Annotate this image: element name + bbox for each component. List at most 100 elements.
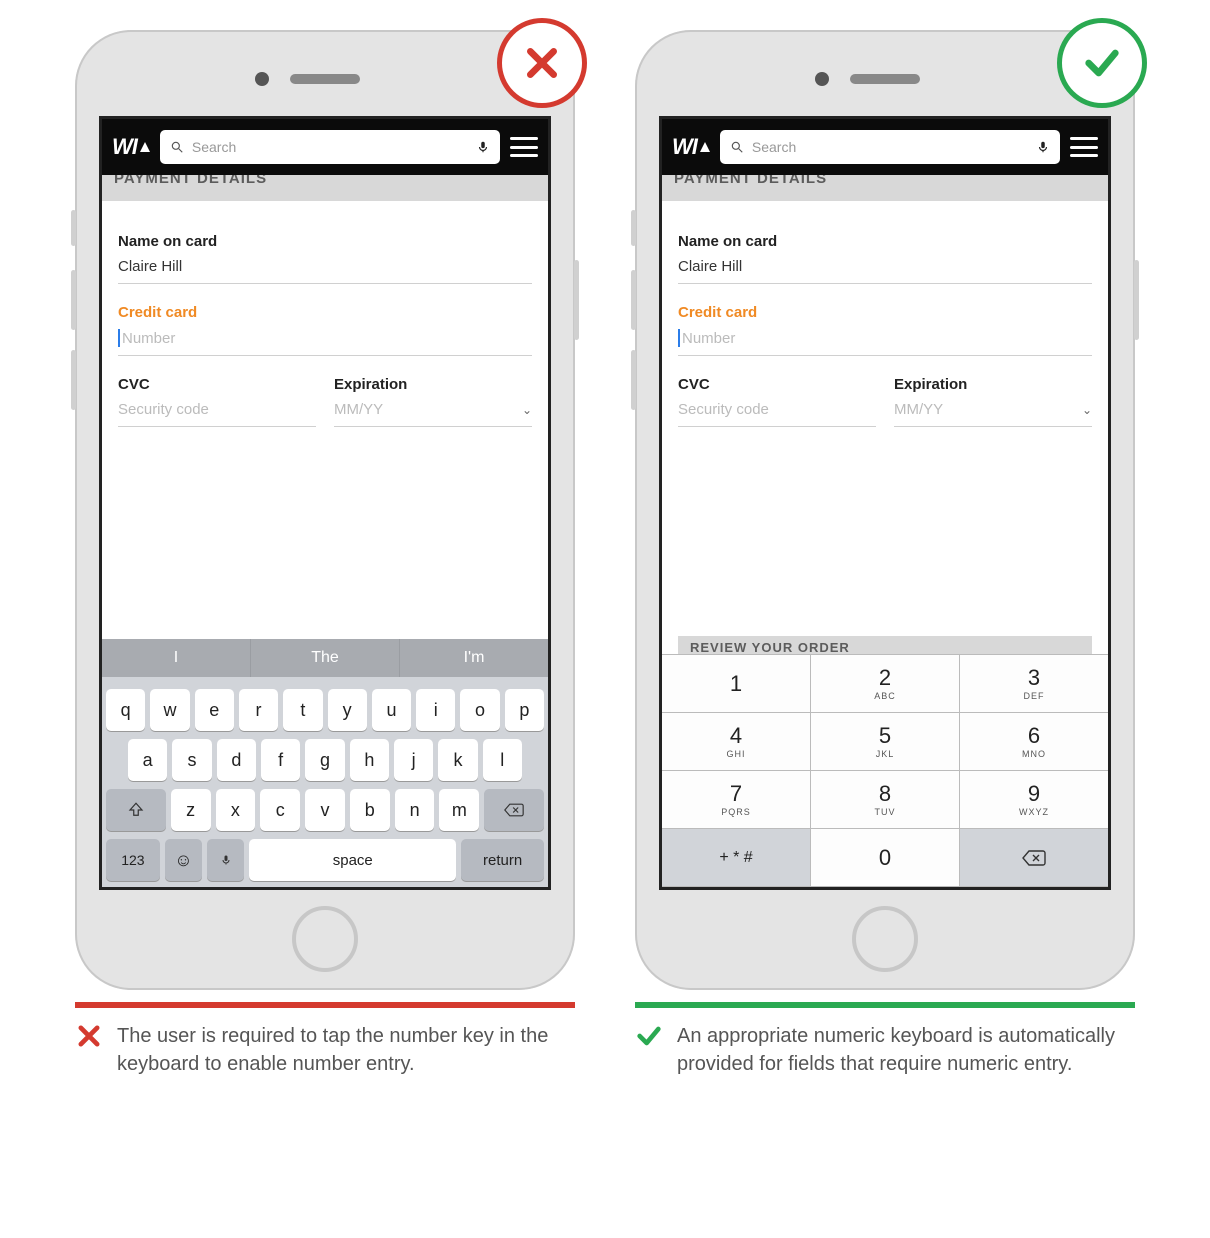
name-value[interactable]: Claire Hill: [118, 258, 532, 283]
key-t[interactable]: t: [283, 689, 322, 731]
key-m[interactable]: m: [439, 789, 479, 831]
name-label: Name on card: [678, 233, 1092, 250]
key-o[interactable]: o: [460, 689, 499, 731]
key-z[interactable]: z: [171, 789, 211, 831]
cvc-label: CVC: [678, 376, 876, 393]
key-a[interactable]: a: [128, 739, 167, 781]
space-key[interactable]: space: [249, 839, 456, 881]
key-r[interactable]: r: [239, 689, 278, 731]
search-icon: [170, 140, 184, 154]
exp-label: Expiration: [334, 376, 532, 393]
key-c[interactable]: c: [260, 789, 300, 831]
cc-label: Credit card: [118, 304, 532, 321]
key-k[interactable]: k: [438, 739, 477, 781]
suggestion-1[interactable]: I: [102, 639, 251, 677]
good-column: WI Search PAYMENT DETAILS Name on card C…: [635, 30, 1135, 1078]
key-d[interactable]: d: [217, 739, 256, 781]
cc-label: Credit card: [678, 304, 1092, 321]
key-w[interactable]: w: [150, 689, 189, 731]
search-input[interactable]: Search: [160, 130, 500, 164]
cc-input[interactable]: Number: [118, 329, 532, 355]
app-bar: WI Search: [662, 119, 1108, 175]
suggestion-2[interactable]: The: [251, 639, 400, 677]
key-g[interactable]: g: [305, 739, 344, 781]
brand-logo[interactable]: WI: [112, 134, 150, 160]
key-f[interactable]: f: [261, 739, 300, 781]
shift-icon: [127, 801, 145, 819]
key-4[interactable]: 4GHI: [662, 713, 811, 771]
menu-button[interactable]: [510, 137, 538, 157]
symbols-key[interactable]: + * #: [662, 829, 811, 887]
key-2[interactable]: 2ABC: [811, 655, 960, 713]
name-value[interactable]: Claire Hill: [678, 258, 1092, 283]
good-badge: [1057, 18, 1147, 108]
exp-select[interactable]: MM/YY ⌄: [894, 401, 1092, 426]
backspace-key[interactable]: [960, 829, 1108, 887]
brand-logo[interactable]: WI: [672, 134, 710, 160]
screen-bad: WI Search PAYMENT DETAILS Name on card C…: [99, 116, 551, 890]
key-9[interactable]: 9WXYZ: [960, 771, 1108, 829]
bad-caption-text: The user is required to tap the number k…: [117, 1022, 575, 1078]
check-icon: [1082, 43, 1122, 83]
key-3[interactable]: 3DEF: [960, 655, 1108, 713]
name-label: Name on card: [118, 233, 532, 250]
key-i[interactable]: i: [416, 689, 455, 731]
cvc-input[interactable]: Security code: [678, 401, 876, 426]
key-u[interactable]: u: [372, 689, 411, 731]
mic-icon[interactable]: [1036, 138, 1050, 156]
exp-select[interactable]: MM/YY ⌄: [334, 401, 532, 426]
emoji-key[interactable]: ☺: [165, 839, 202, 881]
section-title: PAYMENT DETAILS: [662, 175, 1108, 201]
menu-button[interactable]: [1070, 137, 1098, 157]
x-icon: [522, 43, 562, 83]
key-1[interactable]: 1: [662, 655, 811, 713]
search-placeholder: Search: [192, 139, 468, 155]
bad-column: WI Search PAYMENT DETAILS Name on card C…: [75, 30, 575, 1078]
search-input[interactable]: Search: [720, 130, 1060, 164]
key-n[interactable]: n: [395, 789, 435, 831]
key-5[interactable]: 5JKL: [811, 713, 960, 771]
chevron-down-icon: ⌄: [1082, 403, 1092, 417]
key-8[interactable]: 8TUV: [811, 771, 960, 829]
backspace-icon: [1022, 849, 1046, 867]
numeric-keypad: 12ABC3DEF 4GHI5JKL6MNO 7PQRS8TUV9WXYZ + * …: [662, 654, 1108, 887]
key-6[interactable]: 6MNO: [960, 713, 1108, 771]
key-7[interactable]: 7PQRS: [662, 771, 811, 829]
key-j[interactable]: j: [394, 739, 433, 781]
phone-frame-bad: WI Search PAYMENT DETAILS Name on card C…: [75, 30, 575, 990]
cvc-label: CVC: [118, 376, 316, 393]
cc-input[interactable]: Number: [678, 329, 1092, 355]
key-e[interactable]: e: [195, 689, 234, 731]
home-button[interactable]: [852, 906, 918, 972]
backspace-key[interactable]: [484, 789, 544, 831]
key-h[interactable]: h: [350, 739, 389, 781]
comparison-container: WI Search PAYMENT DETAILS Name on card C…: [60, 30, 1150, 1078]
key-y[interactable]: y: [328, 689, 367, 731]
suggestion-3[interactable]: I'm: [400, 639, 548, 677]
key-l[interactable]: l: [483, 739, 522, 781]
key-v[interactable]: v: [305, 789, 345, 831]
search-icon: [730, 140, 744, 154]
cvc-input[interactable]: Security code: [118, 401, 316, 426]
key-p[interactable]: p: [505, 689, 544, 731]
bad-badge: [497, 18, 587, 108]
key-s[interactable]: s: [172, 739, 211, 781]
dictation-key[interactable]: [207, 839, 244, 881]
chevron-down-icon: ⌄: [522, 403, 532, 417]
bad-caption: The user is required to tap the number k…: [75, 1022, 575, 1078]
bad-caption-bar: [75, 1002, 575, 1008]
phone-frame-good: WI Search PAYMENT DETAILS Name on card C…: [635, 30, 1135, 990]
good-caption: An appropriate numeric keyboard is autom…: [635, 1022, 1135, 1078]
mic-icon[interactable]: [476, 138, 490, 156]
key-b[interactable]: b: [350, 789, 390, 831]
payment-form: Name on card Claire Hill Credit card Num…: [102, 201, 548, 639]
mic-icon: [220, 852, 232, 868]
shift-key[interactable]: [106, 789, 166, 831]
return-key[interactable]: return: [461, 839, 544, 881]
payment-form: Name on card Claire Hill Credit card Num…: [662, 201, 1108, 654]
key-0[interactable]: 0: [811, 829, 960, 887]
key-x[interactable]: x: [216, 789, 256, 831]
numbers-key[interactable]: 123: [106, 839, 160, 881]
key-q[interactable]: q: [106, 689, 145, 731]
home-button[interactable]: [292, 906, 358, 972]
